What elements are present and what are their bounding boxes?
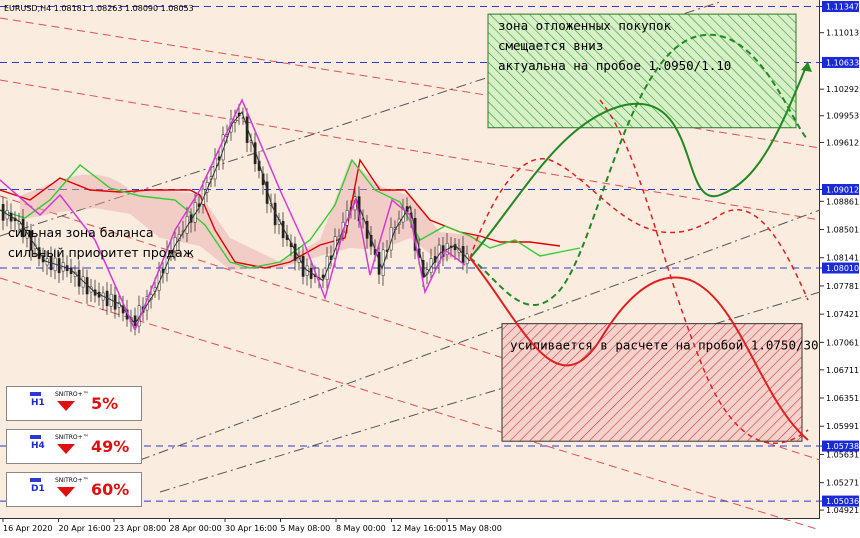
y-tick-label: 1.10292 — [826, 85, 859, 94]
snitro-logo-icon — [30, 392, 41, 396]
y-tick-label: 1.11347 — [826, 3, 859, 12]
x-tick-label: 30 Apr 16:00 — [225, 524, 277, 533]
y-tick-label: 1.05631 — [826, 450, 859, 459]
y-tick-label: 1.07781 — [826, 282, 859, 291]
y-tick-label: 1.09012 — [826, 185, 859, 194]
snitro-logo-icon — [30, 478, 41, 482]
down-arrow-icon — [57, 487, 75, 497]
x-tick-label: 12 May 16:00 — [392, 524, 447, 533]
x-tick-label: 23 Apr 08:00 — [114, 524, 166, 533]
snitro-value: 60% — [91, 480, 130, 499]
y-tick-label: 1.08141 — [826, 254, 859, 263]
snitro-title: SNITRO+™ — [55, 477, 89, 484]
y-tick-label: 1.05271 — [826, 479, 859, 488]
y-tick-label: 1.06351 — [826, 394, 859, 403]
zone-label: усиливается в расчете на пробой 1.0750/3… — [510, 338, 819, 353]
down-arrow-icon — [57, 401, 75, 411]
y-tick-label: 1.05991 — [826, 422, 859, 431]
zone-label: смещается вниз — [498, 38, 603, 53]
snitro-value: 5% — [91, 394, 119, 413]
snitro-timeframe: H4 — [31, 441, 45, 451]
snitro-timeframe: D1 — [31, 484, 45, 494]
y-tick-label: 1.04921 — [826, 506, 859, 515]
y-tick-label: 1.09612 — [826, 138, 859, 147]
x-tick-label: 28 Apr 00:00 — [170, 524, 222, 533]
snitro-value: 49% — [91, 437, 130, 456]
y-tick-label: 1.06711 — [826, 366, 859, 375]
x-tick-label: 16 Apr 2020 — [3, 524, 52, 533]
snitro-panel: H1 SNITRO+™ 5% H4 SNITRO+™ 49% D1 SNITRO+™ 60% — [6, 386, 142, 515]
x-tick-label: 5 May 08:00 — [281, 524, 331, 533]
snitro-logo-icon — [30, 435, 41, 439]
snitro-row[interactable]: D1 SNITRO+™ 60% — [6, 472, 142, 507]
chart-window: зона отложенных покупок смещается вниз акт… — [0, 0, 860, 538]
x-tick-label: 8 May 00:00 — [336, 524, 386, 533]
zone-label: актуальна на пробое 1.0950/1.10 — [498, 58, 731, 73]
y-tick-label: 1.07061 — [826, 338, 859, 347]
y-tick-label: 1.08501 — [826, 226, 859, 235]
snitro-title: SNITRO+™ — [55, 391, 89, 398]
zone-label: зона отложенных покупок — [498, 18, 672, 33]
snitro-row[interactable]: H4 SNITRO+™ 49% — [6, 429, 142, 464]
y-tick-label: 1.08010 — [826, 264, 859, 273]
x-tick-label: 20 Apr 16:00 — [59, 524, 111, 533]
y-tick-label: 1.10633 — [826, 58, 859, 67]
annotation-sell-priority: сильный приоритет продаж — [8, 245, 194, 260]
y-tick-label: 1.09953 — [826, 112, 859, 121]
y-tick-label: 1.11013 — [826, 29, 859, 38]
y-tick-label: 1.08861 — [826, 197, 859, 206]
snitro-timeframe: H1 — [31, 398, 45, 408]
down-arrow-icon — [57, 444, 75, 454]
y-tick-label: 1.07421 — [826, 310, 859, 319]
snitro-row[interactable]: H1 SNITRO+™ 5% — [6, 386, 142, 421]
snitro-title: SNITRO+™ — [55, 434, 89, 441]
annotation-balance: сильная зона баланса — [8, 225, 154, 240]
x-tick-label: 15 May 08:00 — [447, 524, 502, 533]
y-tick-label: 1.05036 — [826, 497, 859, 506]
chart-title: EURUSD,H4 1.08181 1.08263 1.08090 1.0805… — [4, 4, 194, 13]
